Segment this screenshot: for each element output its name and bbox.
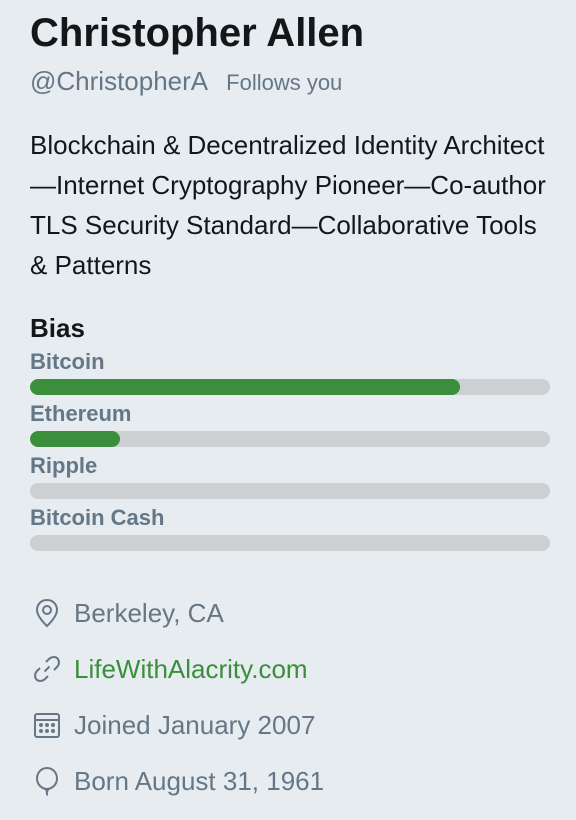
bias-label: Ethereum <box>30 401 132 426</box>
balloon-icon <box>30 764 64 798</box>
profile-bio: Blockchain & Decentralized Identity Arch… <box>30 130 546 280</box>
bias-title: Bias <box>30 313 85 343</box>
location-row: Berkeley, CA <box>30 585 546 641</box>
handle-row: @ChristopherA Follows you <box>30 66 546 97</box>
profile-name: Christopher Allen <box>30 11 365 55</box>
bias-label: Ripple <box>30 453 98 478</box>
bias-bar-track <box>30 483 550 499</box>
bias-bar-track <box>30 535 550 551</box>
bias-bar-track <box>30 431 550 447</box>
bias-label: Bitcoin <box>30 349 105 374</box>
location-text: Berkeley, CA <box>74 597 224 628</box>
joined-row: Joined January 2007 <box>30 697 546 753</box>
bias-item-ripple: Ripple <box>30 453 550 499</box>
website-row: LifeWithAlacrity.com <box>30 641 546 697</box>
bias-label: Bitcoin Cash <box>30 505 165 530</box>
bias-item-ethereum: Ethereum <box>30 401 550 447</box>
born-row: Born August 31, 1961 <box>30 753 546 809</box>
website-link[interactable]: LifeWithAlacrity.com <box>74 654 308 685</box>
link-icon <box>30 652 64 686</box>
profile-card: Christopher Allen @ChristopherA Follows … <box>0 0 576 820</box>
bias-bar-fill <box>30 431 120 447</box>
calendar-icon <box>30 708 64 742</box>
born-text: Born August 31, 1961 <box>74 765 325 796</box>
location-pin-icon <box>30 596 64 630</box>
follows-you-badge: Follows you <box>226 70 343 95</box>
profile-handle[interactable]: @ChristopherA <box>30 66 208 97</box>
bias-bar-track <box>30 379 550 395</box>
joined-text: Joined January 2007 <box>74 709 316 740</box>
bias-item-bitcoin: Bitcoin <box>30 349 550 395</box>
profile-meta-list: Berkeley, CA LifeWithAlacrity.com Joined… <box>30 585 546 809</box>
bias-item-bitcoin-cash: Bitcoin Cash <box>30 505 550 551</box>
bias-bar-fill <box>30 379 461 395</box>
